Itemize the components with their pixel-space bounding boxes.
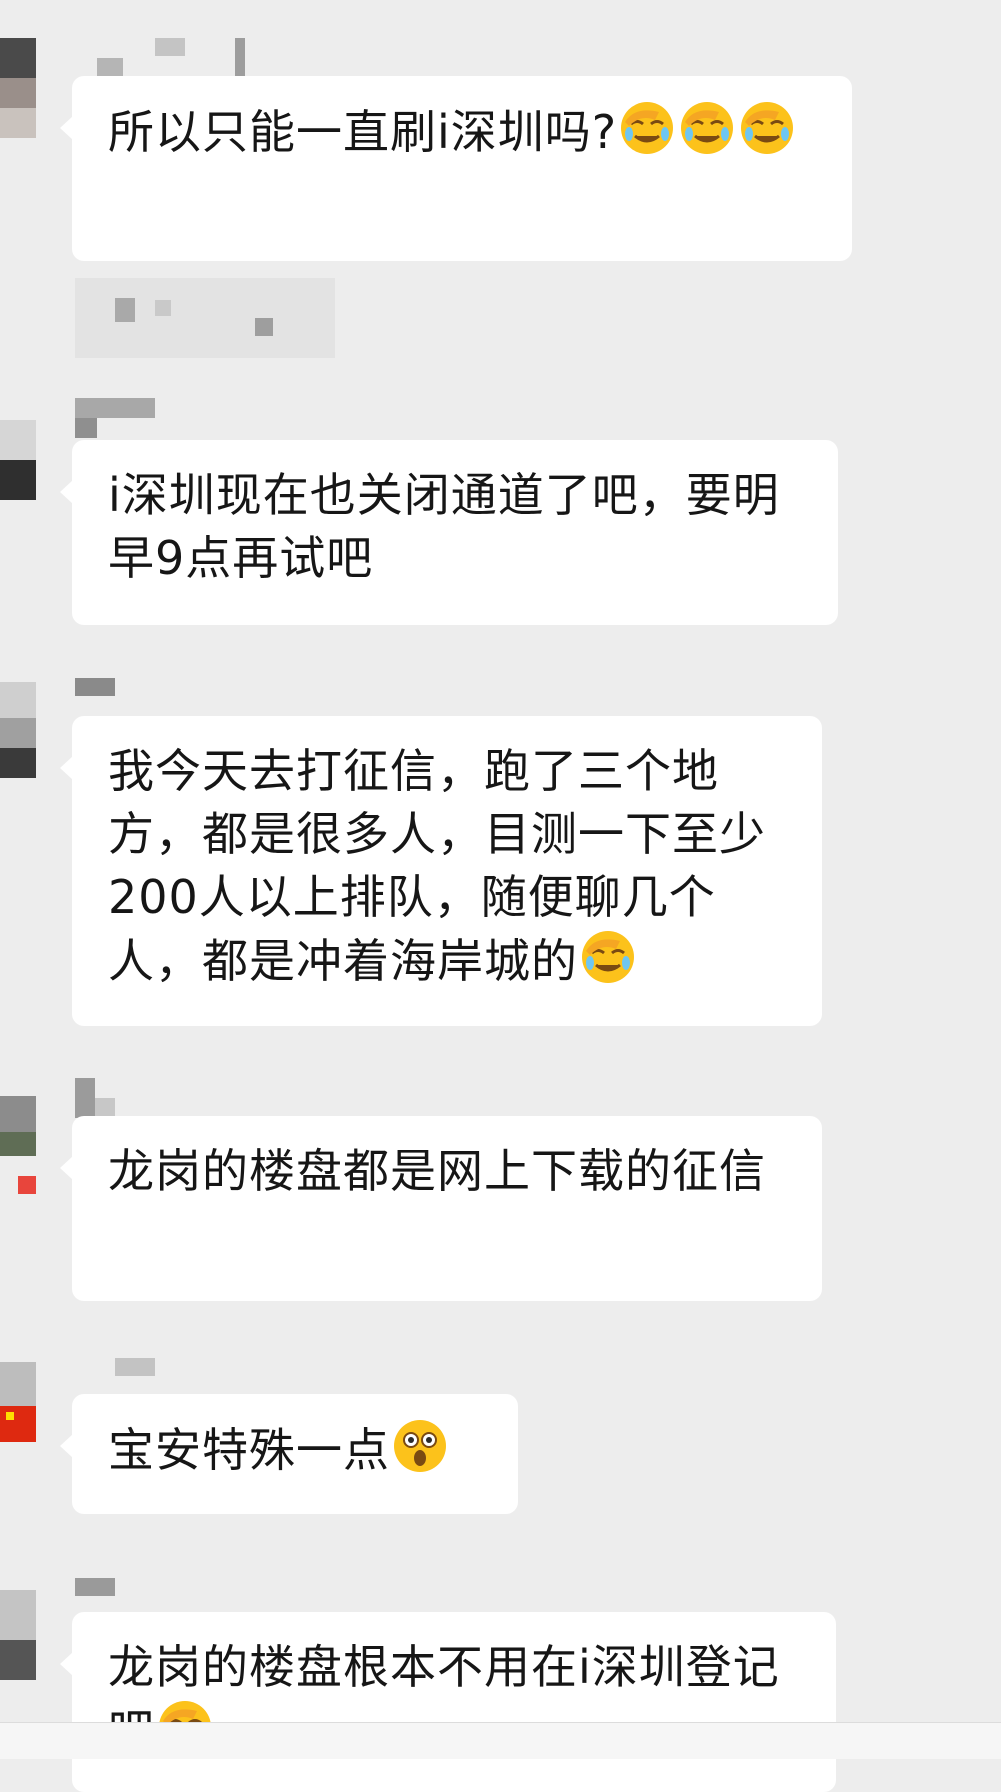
redacted-block (75, 278, 335, 358)
message-text: 龙岗的楼盘都是网上下载的征信 (108, 1144, 766, 1198)
message-text: 我今天去打征信，跑了三个地方，都是很多人，目测一下至少200人以上排队，随便聊几… (108, 744, 766, 988)
message-bubble[interactable]: 宝安特殊一点 (60, 1394, 518, 1514)
avatar[interactable] (0, 1096, 36, 1206)
facepalm-crying-icon (679, 100, 735, 156)
message-bubble[interactable]: 龙岗的楼盘都是网上下载的征信 (60, 1116, 822, 1301)
shocked-face-icon (392, 1418, 448, 1474)
sender-name-redacted (75, 398, 195, 442)
avatar[interactable] (0, 1590, 36, 1700)
facepalm-crying-icon (580, 929, 636, 985)
message-text: 所以只能一直刷i深圳吗? (108, 100, 822, 164)
message-text: i深圳现在也关闭通道了吧，要明早9点再试吧 (108, 468, 780, 585)
facepalm-crying-icon (739, 100, 795, 156)
avatar[interactable] (0, 1362, 36, 1472)
message-bubble[interactable]: 我今天去打征信，跑了三个地方，都是很多人，目测一下至少200人以上排队，随便聊几… (60, 716, 822, 1026)
input-bar-edge (0, 1722, 1001, 1759)
message-bubble[interactable]: 龙岗的楼盘根本不用在i深圳登记吧 (60, 1612, 836, 1792)
message-bubble[interactable]: 所以只能一直刷i深圳吗? (60, 76, 852, 261)
avatar[interactable] (0, 420, 36, 530)
avatar[interactable] (0, 38, 36, 148)
message-text: 宝安特殊一点 (108, 1418, 488, 1482)
message-bubble[interactable]: i深圳现在也关闭通道了吧，要明早9点再试吧 (60, 440, 838, 625)
chat-view[interactable]: 所以只能一直刷i深圳吗? i深圳现在也关闭通道了吧，要明早9点再试吧 我今天去打… (0, 0, 1001, 1792)
avatar[interactable] (0, 682, 36, 792)
facepalm-crying-icon (619, 100, 675, 156)
